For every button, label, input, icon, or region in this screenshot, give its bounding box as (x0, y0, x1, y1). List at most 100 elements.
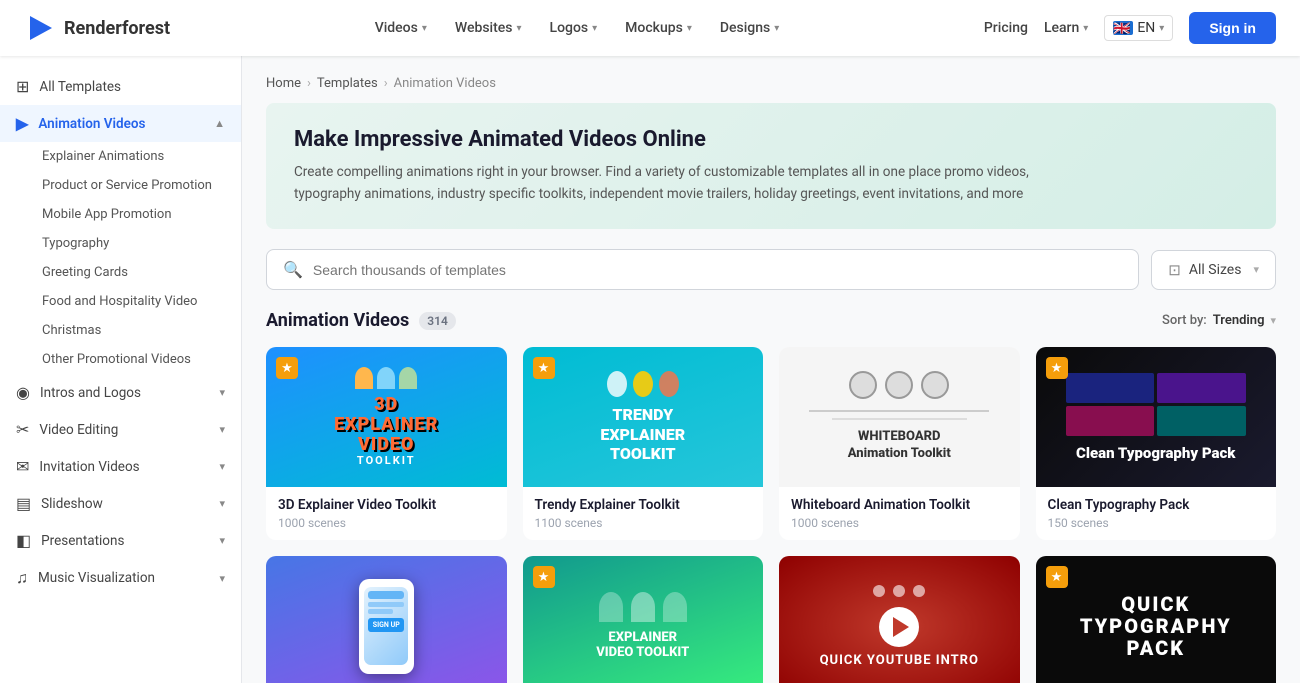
youtube-text: QUICK YOUTUBE INTRO (820, 653, 979, 668)
card-1-title: 3D Explainer Video Toolkit (278, 497, 495, 513)
card-thumb-explainer2: EXPLAINERVIDEO TOOLKIT ★ (523, 556, 764, 683)
breadcrumb-sep-1: › (307, 76, 311, 91)
sidebar-sub-food[interactable]: Food and Hospitality Video (42, 287, 241, 316)
card-3-title: Whiteboard Animation Toolkit (791, 497, 1008, 513)
sign-in-button[interactable]: Sign in (1189, 12, 1276, 44)
card-4-badge: ★ (1046, 357, 1068, 379)
invitation-icon: ✉ (16, 457, 29, 476)
sidebar-item-video-editing[interactable]: ✂ Video Editing ▾ (0, 411, 241, 448)
card-clean-typo-title: Clean Typography Pack (1076, 444, 1236, 462)
sidebar: ⊞ All Templates ▶ Animation Videos ▲ Exp… (0, 56, 242, 683)
nav-mockups-arrow: ▾ (687, 23, 692, 34)
animation-icon: ▶ (16, 114, 28, 133)
template-card-whiteboard[interactable]: WHITEBOARDAnimation Toolkit Whiteboard A… (779, 347, 1020, 540)
slideshow-icon: ▤ (16, 494, 31, 513)
sidebar-sub-greeting[interactable]: Greeting Cards (42, 258, 241, 287)
card-1-info: 3D Explainer Video Toolkit 1000 scenes (266, 487, 507, 540)
main-nav: Videos ▾ Websites ▾ Logos ▾ Mockups ▾ De… (363, 12, 792, 44)
card-2-badge: ★ (533, 357, 555, 379)
lang-arrow: ▾ (1159, 23, 1164, 34)
nav-designs-arrow: ▾ (774, 23, 779, 34)
music-chevron: ▾ (219, 572, 225, 585)
sidebar-item-all-templates[interactable]: ⊞ All Templates (0, 68, 241, 105)
search-icon: 🔍 (283, 260, 303, 279)
animation-sub-menu: Explainer Animations Product or Service … (0, 142, 241, 374)
nav-videos[interactable]: Videos ▾ (363, 12, 439, 44)
card-4-title: Clean Typography Pack (1048, 497, 1265, 513)
card-explainer2-visual: EXPLAINERVIDEO TOOLKIT (523, 556, 764, 683)
logo[interactable]: Renderforest (24, 12, 170, 44)
card-3-info: Whiteboard Animation Toolkit 1000 scenes (779, 487, 1020, 540)
size-filter-arrow: ▾ (1253, 263, 1259, 276)
card-3d-title: 3DEXPLAINERVIDEO (334, 395, 438, 454)
card-explainer2-title: EXPLAINERVIDEO TOOLKIT (596, 630, 689, 660)
card-whiteboard-visual: WHITEBOARDAnimation Toolkit (779, 347, 1020, 487)
header: Renderforest Videos ▾ Websites ▾ Logos ▾… (0, 0, 1300, 56)
sidebar-item-intros[interactable]: ◉ Intros and Logos ▾ (0, 374, 241, 411)
template-card-quick-typo[interactable]: QUICKTYPOGRAPHYPACK ★ Quick Typography P… (1036, 556, 1277, 683)
template-card-youtube[interactable]: QUICK YOUTUBE INTRO Quick YouTube Intro … (779, 556, 1020, 683)
sort-label: Sort by: (1162, 313, 1207, 328)
sidebar-sub-product[interactable]: Product or Service Promotion (42, 171, 241, 200)
template-card-trendy[interactable]: TRENDYEXPLAINERTOOLKIT ★ Trendy Explaine… (523, 347, 764, 540)
template-card-mobile-app[interactable]: SIGN UP Mobile App Promo 250 scenes (266, 556, 507, 683)
breadcrumb-home[interactable]: Home (266, 76, 301, 91)
sort-arrow: ▾ (1270, 314, 1276, 327)
card-quicktypo-title: QUICKTYPOGRAPHYPACK (1080, 593, 1232, 659)
template-card-clean-typo[interactable]: Clean Typography Pack ★ Clean Typography… (1036, 347, 1277, 540)
card-thumb-whiteboard: WHITEBOARDAnimation Toolkit (779, 347, 1020, 487)
section-header: Animation Videos 314 Sort by: Trending ▾ (266, 310, 1276, 331)
learn-arrow: ▾ (1083, 23, 1088, 34)
nav-designs[interactable]: Designs ▾ (708, 12, 791, 44)
sidebar-sub-mobile[interactable]: Mobile App Promotion (42, 200, 241, 229)
flag-icon: 🇬🇧 (1113, 21, 1133, 35)
templates-grid: 3DEXPLAINERVIDEO TOOLKIT ★ 3D Explainer … (266, 347, 1276, 683)
template-card-explainer2[interactable]: EXPLAINERVIDEO TOOLKIT ★ Explainer Video… (523, 556, 764, 683)
sidebar-sub-other[interactable]: Other Promotional Videos (42, 345, 241, 374)
search-bar: 🔍 ⊡ All Sizes ▾ (266, 249, 1276, 290)
card-quicktypo-visual: QUICKTYPOGRAPHYPACK (1036, 556, 1277, 683)
card-thumb-youtube: QUICK YOUTUBE INTRO (779, 556, 1020, 683)
learn-button[interactable]: Learn ▾ (1044, 20, 1088, 36)
search-input[interactable] (313, 262, 1122, 278)
breadcrumb: Home › Templates › Animation Videos (266, 76, 1276, 91)
sidebar-sub-christmas[interactable]: Christmas (42, 316, 241, 345)
sidebar-item-slideshow[interactable]: ▤ Slideshow ▾ (0, 485, 241, 522)
section-count-badge: 314 (419, 312, 456, 330)
intros-chevron: ▾ (219, 386, 225, 399)
youtube-play-button (879, 607, 919, 647)
card-thumb-3d: 3DEXPLAINERVIDEO TOOLKIT ★ (266, 347, 507, 487)
slideshow-chevron: ▾ (219, 497, 225, 510)
nav-mockups[interactable]: Mockups ▾ (613, 12, 704, 44)
breadcrumb-current: Animation Videos (394, 76, 496, 91)
sidebar-sub-typography[interactable]: Typography (42, 229, 241, 258)
presentations-chevron: ▾ (219, 534, 225, 547)
nav-logos[interactable]: Logos ▾ (538, 12, 610, 44)
hero-banner: Make Impressive Animated Videos Online C… (266, 103, 1276, 229)
size-filter[interactable]: ⊡ All Sizes ▾ (1151, 250, 1276, 290)
card-mobile-visual: SIGN UP (266, 556, 507, 683)
layout: ⊞ All Templates ▶ Animation Videos ▲ Exp… (0, 56, 1300, 683)
sidebar-item-music[interactable]: ♫ Music Visualization ▾ (0, 559, 241, 597)
sidebar-item-presentations[interactable]: ◧ Presentations ▾ (0, 522, 241, 559)
card-1-scenes: 1000 scenes (278, 516, 495, 530)
breadcrumb-templates[interactable]: Templates (317, 76, 378, 91)
card-trendy-title: TRENDYEXPLAINERTOOLKIT (600, 405, 685, 463)
language-selector[interactable]: 🇬🇧 EN ▾ (1104, 15, 1173, 41)
youtube-play-icon (893, 617, 909, 637)
grid-icon: ⊞ (16, 77, 29, 96)
card-thumb-quick-typo: QUICKTYPOGRAPHYPACK ★ (1036, 556, 1277, 683)
sidebar-item-animation-videos[interactable]: ▶ Animation Videos ▲ (0, 105, 241, 142)
card-2-info: Trendy Explainer Toolkit 1100 scenes (523, 487, 764, 540)
pricing-link[interactable]: Pricing (984, 20, 1028, 36)
template-card-3d-explainer[interactable]: 3DEXPLAINERVIDEO TOOLKIT ★ 3D Explainer … (266, 347, 507, 540)
sidebar-sub-explainer[interactable]: Explainer Animations (42, 142, 241, 171)
presentations-icon: ◧ (16, 531, 31, 550)
animation-chevron: ▲ (214, 117, 225, 130)
nav-websites[interactable]: Websites ▾ (443, 12, 534, 44)
card-thumb-trendy: TRENDYEXPLAINERTOOLKIT ★ (523, 347, 764, 487)
sidebar-item-invitation[interactable]: ✉ Invitation Videos ▾ (0, 448, 241, 485)
sort-control[interactable]: Sort by: Trending ▾ (1162, 313, 1276, 328)
nav-logos-arrow: ▾ (592, 23, 597, 34)
hero-title: Make Impressive Animated Videos Online (294, 127, 1248, 152)
